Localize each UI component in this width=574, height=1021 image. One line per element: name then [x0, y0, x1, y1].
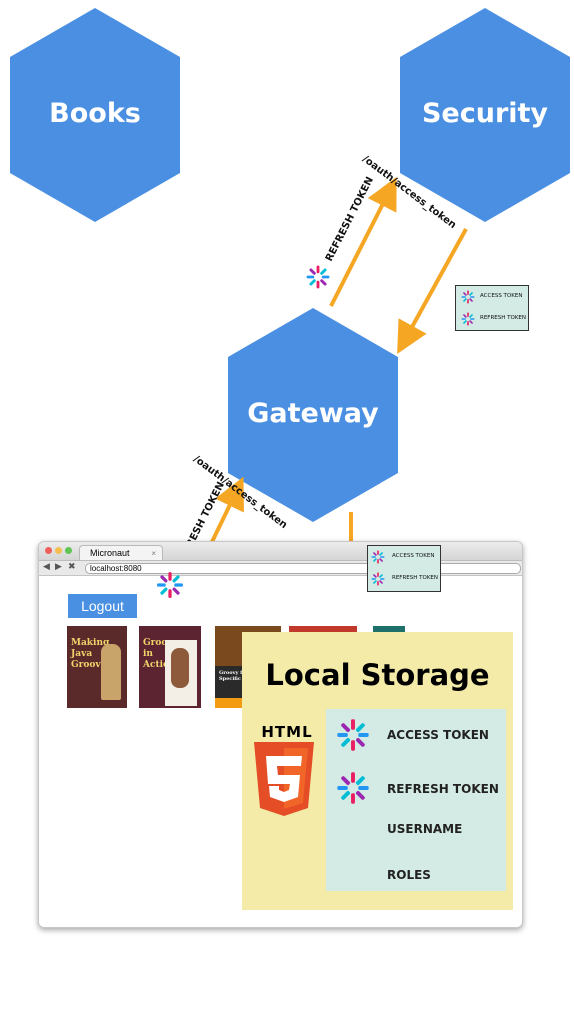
jwt-icon	[337, 772, 369, 804]
token-box-gateway: ACCESS TOKEN REFRESH TOKEN	[367, 545, 441, 592]
html5-label: HTML	[261, 723, 313, 741]
back-icon[interactable]: ◀	[43, 562, 50, 572]
local-storage-title: Local Storage	[265, 658, 490, 692]
token-access: ACCESS TOKEN	[392, 553, 435, 559]
jwt-icon	[337, 719, 369, 751]
book-cover[interactable]: Groovy in Action	[139, 626, 201, 708]
jwt-icon	[157, 572, 183, 598]
close-icon[interactable]: ×	[151, 546, 156, 561]
storage-item-access-token: ACCESS TOKEN	[387, 728, 489, 742]
gateway-node: Gateway	[228, 308, 398, 522]
security-node: Security	[400, 8, 570, 222]
forward-icon[interactable]: ▶	[55, 562, 62, 572]
jwt-icon	[371, 550, 385, 564]
stop-icon[interactable]: ✖	[68, 562, 76, 572]
storage-item-refresh-token: REFRESH TOKEN	[387, 782, 499, 796]
html5-icon	[254, 742, 314, 816]
token-box-security: ACCESS TOKEN REFRESH TOKEN	[455, 285, 529, 331]
close-window-button[interactable]	[45, 547, 52, 554]
books-label: Books	[49, 98, 141, 129]
gateway-label: Gateway	[247, 398, 379, 429]
jwt-icon	[306, 265, 330, 289]
book-cover[interactable]: Making Java Groovy	[67, 626, 127, 708]
minimize-window-button[interactable]	[55, 547, 62, 554]
local-storage-list: ACCESS TOKEN REFRESH TOKEN USERNAME ROLE…	[326, 709, 506, 891]
browser-titlebar: Micronaut ×	[39, 542, 522, 561]
jwt-icon	[461, 290, 475, 304]
logout-button[interactable]: Logout	[68, 594, 137, 618]
url-input[interactable]: localhost:8080	[85, 563, 521, 574]
jwt-icon	[461, 312, 475, 326]
storage-item-username: USERNAME	[387, 822, 463, 836]
edge-token-gateway-security: REFRESH TOKEN	[324, 175, 376, 263]
security-label: Security	[422, 98, 548, 129]
token-access: ACCESS TOKEN	[480, 293, 523, 299]
tab-title: Micronaut	[90, 548, 130, 558]
storage-item-roles: ROLES	[387, 868, 431, 882]
token-refresh: REFRESH TOKEN	[392, 575, 439, 581]
books-node: Books	[10, 8, 180, 222]
browser-tab[interactable]: Micronaut ×	[79, 545, 163, 560]
zoom-window-button[interactable]	[65, 547, 72, 554]
token-refresh: REFRESH TOKEN	[480, 315, 527, 321]
local-storage-panel: Local Storage HTML ACCESS TOKEN REFRESH …	[242, 632, 513, 910]
jwt-icon	[371, 572, 385, 586]
browser-toolbar: ◀ ▶ ✖ localhost:8080	[39, 561, 522, 576]
